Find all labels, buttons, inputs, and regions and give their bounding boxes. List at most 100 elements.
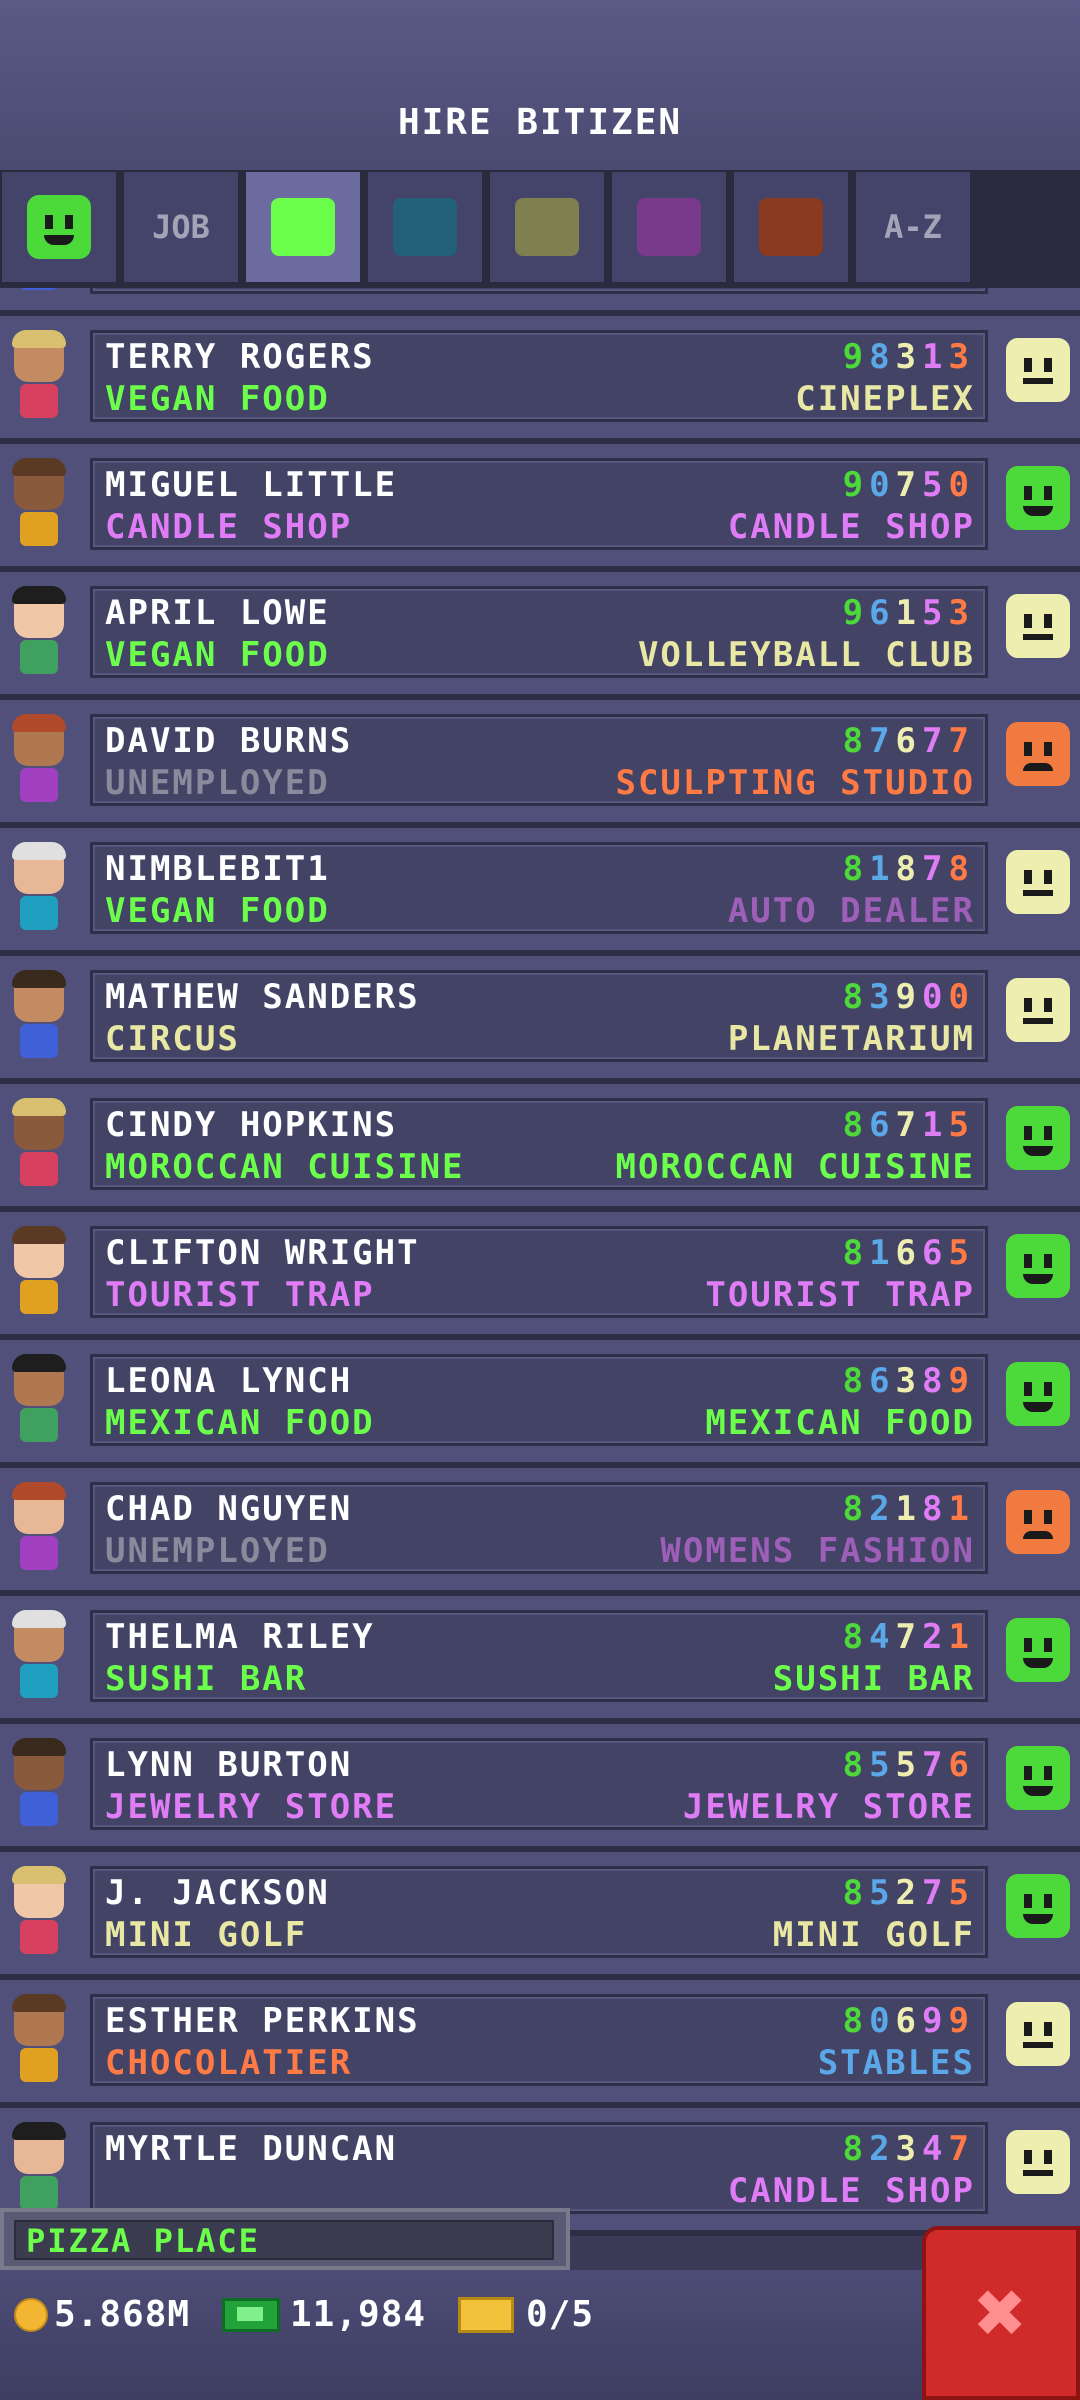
bitizen-row[interactable]: ESTHER PERKINS CHOCOLATIER STABLES 80699 (0, 1980, 1080, 2108)
bitizen-row[interactable]: CHAD NGUYEN UNEMPLOYED WOMENS FASHION 82181 (0, 1468, 1080, 1596)
skill-digit: 5 (948, 1233, 975, 1273)
mood-indicator (1006, 2002, 1070, 2066)
bitizen-row[interactable]: J. JACKSON MINI GOLF MINI GOLF 85275 (0, 1852, 1080, 1980)
bitizen-row[interactable]: TERRY ROGERS VEGAN FOOD CINEPLEX 98313 (0, 316, 1080, 444)
bitizen-row[interactable]: CLIFTON WRIGHT TOURIST TRAP TOURIST TRAP 81… (0, 1212, 1080, 1340)
bitizen-row[interactable]: THELMA RILEY SUSHI BAR SUSHI BAR 84721 (0, 1596, 1080, 1724)
bitizen-avatar (6, 1480, 72, 1580)
bitizen-name: LYNN BURTON (105, 1745, 353, 1785)
skill-levels: 98313 (843, 337, 975, 377)
skill-digit: 7 (948, 721, 975, 761)
dream-job: PLANETARIUM (727, 1019, 975, 1059)
skill-digit: 6 (948, 1745, 975, 1785)
skill-digit: 6 (922, 1233, 949, 1273)
purple-category-tab[interactable] (610, 170, 728, 284)
skill-digit: 9 (922, 2001, 949, 2041)
skill-digit: 8 (869, 337, 896, 377)
skill-digit: 6 (895, 721, 923, 761)
skill-digit: 7 (922, 1745, 949, 1785)
bitizen-row[interactable]: LEONA LYNCH MEXICAN FOOD MEXICAN FOOD 86389 (0, 1340, 1080, 1468)
dream-job: CANDLE SHOP (727, 507, 975, 547)
skill-digit: 1 (948, 1489, 975, 1529)
bitizen-avatar (6, 968, 72, 1068)
bitizen-card: CHAD NGUYEN UNEMPLOYED WOMENS FASHION 82181 (90, 1482, 988, 1574)
bitizen-card: LEONA LYNCH MEXICAN FOOD MEXICAN FOOD 86389 (90, 1354, 988, 1446)
bitizen-row[interactable]: CINDY HOPKINS MOROCCAN CUISINE MOROCCAN CU… (0, 1084, 1080, 1212)
mood-sad-icon (1006, 1490, 1070, 1554)
mood-indicator (1006, 1362, 1070, 1426)
bitizen-row[interactable]: NIMBLEBIT1 VEGAN FOOD AUTO DEALER 81878 (0, 828, 1080, 956)
dream-job: MINI GOLF (772, 1915, 975, 1955)
az-sort-tab[interactable]: A-Z (854, 170, 972, 284)
bitizen-card: LYNN BURTON JEWELRY STORE JEWELRY STORE 855… (90, 1738, 988, 1830)
mood-indicator (1006, 338, 1070, 402)
mood-indicator (1006, 1618, 1070, 1682)
skill-digit: 4 (922, 2129, 949, 2169)
skill-digit: 5 (922, 465, 949, 505)
skill-digit: 8 (842, 1873, 870, 1913)
bux-value: 11,984 (290, 2294, 427, 2335)
bux-icon (222, 2297, 280, 2332)
olive-category-tab[interactable] (488, 170, 606, 284)
coins-value: 5.868M (54, 2294, 191, 2335)
mood-happy-icon (1006, 1874, 1070, 1938)
mood-indicator (1006, 1746, 1070, 1810)
skill-digit: 0 (869, 2001, 896, 2041)
skill-digit: 8 (842, 1233, 870, 1273)
mood-indicator (1006, 594, 1070, 658)
skill-digit: 7 (922, 849, 949, 889)
bitizen-card: DAVID BURNS UNEMPLOYED SCULPTING STUDIO 876… (90, 714, 988, 806)
skill-digit: 8 (922, 1361, 949, 1401)
skill-digit: 8 (842, 1745, 870, 1785)
az-sort-tab-label: A-Z (884, 208, 942, 246)
close-button[interactable]: ✖ (922, 2226, 1080, 2400)
skill-digit: 8 (842, 2001, 870, 2041)
bitizen-name: MIGUEL LITTLE (105, 465, 398, 505)
bitizen-row[interactable]: MATHEW SANDERS CIRCUS PLANETARIUM 83900 (0, 956, 1080, 1084)
skill-levels: 86715 (843, 1105, 975, 1145)
skill-levels: 84721 (843, 1617, 975, 1657)
dream-job: JEWELRY STORE (682, 1787, 975, 1827)
current-job: SUSHI BAR (105, 1659, 308, 1699)
bitizen-row[interactable]: DAVID BURNS UNEMPLOYED SCULPTING STUDIO 876… (0, 700, 1080, 828)
mood-indicator (1006, 722, 1070, 786)
skill-levels: 82347 (843, 2129, 975, 2169)
selected-floor-label: PIZZA PLACE (26, 2222, 260, 2260)
blue-category-tab[interactable] (366, 170, 484, 284)
ticket-icon (458, 2296, 514, 2333)
bitizen-card: CLIFTON WRIGHT TOURIST TRAP TOURIST TRAP 81… (90, 1226, 988, 1318)
bitizen-row[interactable]: APRIL LOWE VEGAN FOOD VOLLEYBALL CLUB 96153 (0, 572, 1080, 700)
skill-levels: 86389 (843, 1361, 975, 1401)
skill-digit: 0 (869, 465, 896, 505)
color-swatch-icon (759, 198, 823, 256)
bitizen-avatar (6, 712, 72, 812)
bitizen-name: DAVID BURNS (105, 721, 353, 761)
job-filter-tab[interactable]: JOB (122, 170, 240, 284)
bitizen-name: J. JACKSON (105, 1873, 330, 1913)
skill-digit: 8 (842, 721, 870, 761)
skill-digit: 4 (869, 1617, 896, 1657)
skill-digit: 8 (842, 977, 870, 1017)
skill-levels: 83900 (843, 977, 975, 1017)
bitizen-list[interactable]: GLASS STUDIOFORTUNE TELLERTERRY ROGERSVE… (0, 270, 1080, 2270)
bitizen-row[interactable]: MIGUEL LITTLE CANDLE SHOP CANDLE SHOP 90750 (0, 444, 1080, 572)
skill-levels: 85275 (843, 1873, 975, 1913)
orange-category-tab[interactable] (732, 170, 850, 284)
dream-job: WOMENS FASHION (660, 1531, 975, 1571)
skill-digit: 8 (922, 1489, 949, 1529)
skill-digit: 7 (895, 465, 923, 505)
skill-digit: 1 (869, 1233, 896, 1273)
mood-filter-tab[interactable] (0, 170, 118, 284)
skill-levels: 82181 (843, 1489, 975, 1529)
bitizen-name: APRIL LOWE (105, 593, 330, 633)
green-category-tab[interactable] (244, 170, 362, 284)
bitizen-card: ESTHER PERKINS CHOCOLATIER STABLES 80699 (90, 1994, 988, 2086)
skill-digit: 0 (948, 977, 975, 1017)
skill-digit: 2 (869, 1489, 896, 1529)
current-job: VEGAN FOOD (105, 379, 330, 419)
filter-tab-bar: JOB A-Z (0, 170, 1080, 288)
bitizen-card: THELMA RILEY SUSHI BAR SUSHI BAR 84721 (90, 1610, 988, 1702)
bitizen-card: APRIL LOWE VEGAN FOOD VOLLEYBALL CLUB 96153 (90, 586, 988, 678)
bitizen-row[interactable]: LYNN BURTON JEWELRY STORE JEWELRY STORE 855… (0, 1724, 1080, 1852)
current-job: UNEMPLOYED (105, 763, 330, 803)
